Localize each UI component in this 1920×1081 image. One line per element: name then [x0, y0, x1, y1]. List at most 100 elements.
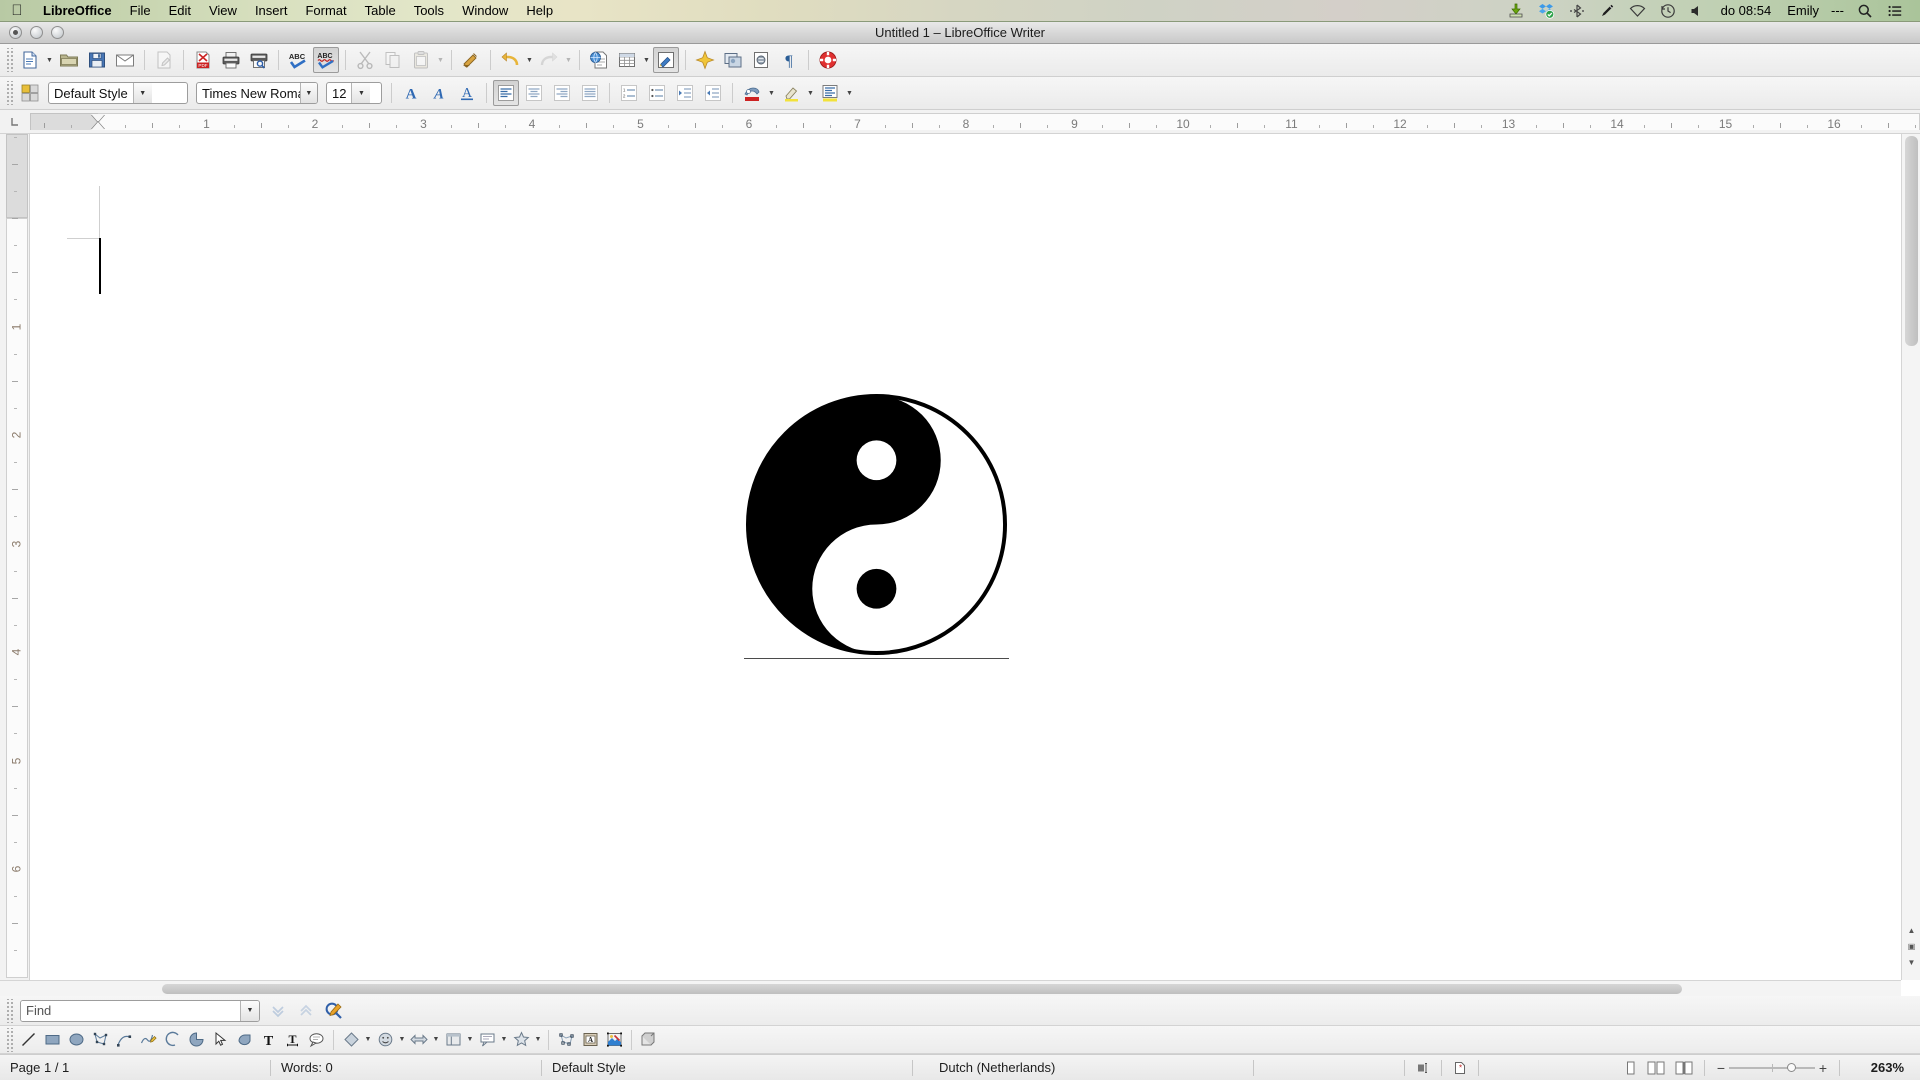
- page-1[interactable]: [31, 134, 1901, 980]
- print-button[interactable]: [218, 47, 244, 73]
- find-history-dropdown-arrow[interactable]: ▼: [240, 1000, 259, 1021]
- insert-special-character-button[interactable]: [692, 47, 718, 73]
- document-canvas[interactable]: [31, 134, 1901, 980]
- find-and-replace-icon[interactable]: [321, 998, 347, 1024]
- bold-button[interactable]: A: [398, 80, 424, 106]
- unsaved-changes-icon[interactable]: *: [1442, 1055, 1478, 1081]
- redo-dropdown[interactable]: ▼: [563, 47, 574, 73]
- ordered-list-button[interactable]: 1 2: [616, 80, 642, 106]
- insert-vertical-text-button[interactable]: T: [281, 1029, 303, 1051]
- decrease-indent-button[interactable]: [672, 80, 698, 106]
- edit-points-icon[interactable]: [555, 1029, 577, 1051]
- flowchart-dropdown[interactable]: [442, 1029, 464, 1051]
- align-center-button[interactable]: [521, 80, 547, 106]
- increase-indent-button[interactable]: [700, 80, 726, 106]
- single-page-icon[interactable]: [1623, 1061, 1638, 1075]
- export-pdf-button[interactable]: PDF: [190, 47, 216, 73]
- underline-button[interactable]: A: [454, 80, 480, 106]
- print-preview-button[interactable]: [246, 47, 272, 73]
- bluetooth-transfer-icon[interactable]: [1562, 0, 1592, 22]
- extrusion-3d-icon[interactable]: [638, 1029, 660, 1051]
- download-arrow-icon[interactable]: [1501, 0, 1531, 22]
- paragraph-background-button[interactable]: [817, 80, 843, 106]
- paste-button[interactable]: [408, 47, 434, 73]
- symbol-shapes-dropdown-arrow[interactable]: ▼: [397, 1029, 407, 1051]
- horizontal-scrollbar[interactable]: [0, 980, 1901, 996]
- zoom-out-button[interactable]: −: [1713, 1060, 1729, 1076]
- menu-file[interactable]: File: [121, 0, 160, 22]
- autospellcheck-button[interactable]: ABC: [313, 47, 339, 73]
- spelling-button[interactable]: ABC: [285, 47, 311, 73]
- sidebar-settings-button[interactable]: [17, 80, 43, 106]
- align-right-button[interactable]: [549, 80, 575, 106]
- flowchart-dropdown-arrow[interactable]: ▼: [465, 1029, 475, 1051]
- page-style[interactable]: Default Style: [542, 1055, 912, 1081]
- copy-button[interactable]: [380, 47, 406, 73]
- left-indent-marker[interactable]: [91, 122, 105, 130]
- insert-mode-indicator[interactable]: [1254, 1055, 1404, 1081]
- insert-field-button[interactable]: [748, 47, 774, 73]
- zoom-slider[interactable]: − +: [1705, 1060, 1839, 1076]
- new-document-dropdown[interactable]: ▼: [44, 47, 55, 73]
- insert-curve-button[interactable]: [113, 1029, 135, 1051]
- insert-arc-button[interactable]: [161, 1029, 183, 1051]
- font-name-dropdown-arrow[interactable]: ▼: [299, 83, 317, 103]
- insert-polygon-button[interactable]: [89, 1029, 111, 1051]
- wifi-icon[interactable]: [1622, 0, 1653, 22]
- undo-dropdown[interactable]: ▼: [524, 47, 535, 73]
- insert-freeform-line-button[interactable]: [137, 1029, 159, 1051]
- paragraph-style-dropdown-arrow[interactable]: ▼: [132, 83, 152, 103]
- block-arrows-dropdown-arrow[interactable]: ▼: [431, 1029, 441, 1051]
- block-arrows-dropdown[interactable]: [408, 1029, 430, 1051]
- menu-table[interactable]: Table: [356, 0, 405, 22]
- insert-table-button[interactable]: [614, 47, 640, 73]
- vertical-scrollbar-thumb[interactable]: [1905, 136, 1918, 346]
- callout-shapes-dropdown[interactable]: [476, 1029, 498, 1051]
- save-document-button[interactable]: [84, 47, 110, 73]
- edit-mode-button[interactable]: [151, 47, 177, 73]
- yin-yang-symbol[interactable]: [744, 392, 1009, 657]
- menu-libreoffice[interactable]: LibreOffice: [34, 0, 121, 22]
- font-size-combo[interactable]: 12 ▼: [326, 82, 382, 104]
- paste-dropdown[interactable]: ▼: [435, 47, 446, 73]
- page-indicator[interactable]: Page 1 / 1: [0, 1055, 270, 1081]
- find-combo[interactable]: ▼: [20, 999, 260, 1022]
- dropbox-icon[interactable]: [1531, 0, 1562, 22]
- help-button[interactable]: [815, 47, 841, 73]
- zoom-in-button[interactable]: +: [1815, 1060, 1831, 1076]
- toolbar-grip[interactable]: [5, 998, 13, 1023]
- undo-button[interactable]: [497, 47, 523, 73]
- insert-basic-shape-button[interactable]: [233, 1029, 255, 1051]
- menubar-clock[interactable]: do 08:54: [1711, 3, 1782, 18]
- insert-image-icon[interactable]: [603, 1029, 625, 1051]
- toolbar-grip[interactable]: [5, 48, 13, 72]
- menu-view[interactable]: View: [200, 0, 246, 22]
- find-next-icon[interactable]: [265, 998, 291, 1024]
- stars-dropdown[interactable]: [510, 1029, 532, 1051]
- selection-mode-icon[interactable]: [1405, 1055, 1441, 1081]
- notification-center-icon[interactable]: [1880, 0, 1910, 22]
- align-justified-button[interactable]: [577, 80, 603, 106]
- insert-circle-pie-button[interactable]: [185, 1029, 207, 1051]
- font-color-dropdown[interactable]: ▼: [766, 80, 777, 106]
- font-color-button[interactable]: [739, 80, 765, 106]
- word-count[interactable]: Words: 0: [271, 1055, 541, 1081]
- pen-icon[interactable]: [1592, 0, 1622, 22]
- first-line-indent-marker[interactable]: [91, 114, 105, 122]
- find-previous-icon[interactable]: [293, 998, 319, 1024]
- zoom-slider-track[interactable]: [1729, 1062, 1815, 1072]
- italic-button[interactable]: A: [426, 80, 452, 106]
- apple-icon[interactable]: : [0, 3, 34, 18]
- fontwork-icon[interactable]: A: [579, 1029, 601, 1051]
- basic-shapes-dropdown-arrow[interactable]: ▼: [363, 1029, 373, 1051]
- language-indicator[interactable]: Dutch (Netherlands): [913, 1055, 1253, 1081]
- tab-stop-left-icon[interactable]: [0, 110, 30, 133]
- menu-help[interactable]: Help: [517, 0, 562, 22]
- toolbar-grip[interactable]: [5, 81, 13, 105]
- clone-formatting-button[interactable]: [458, 47, 484, 73]
- show-draw-functions-button[interactable]: [653, 47, 679, 73]
- horizontal-ruler[interactable]: 1 2 3 4 5 6 7 8 9 10 11 12 13 14 15 16: [0, 110, 1920, 134]
- volume-icon[interactable]: [1683, 0, 1711, 22]
- search-icon[interactable]: [1850, 0, 1880, 22]
- font-name-combo[interactable]: Times New Roma ▼: [196, 82, 318, 104]
